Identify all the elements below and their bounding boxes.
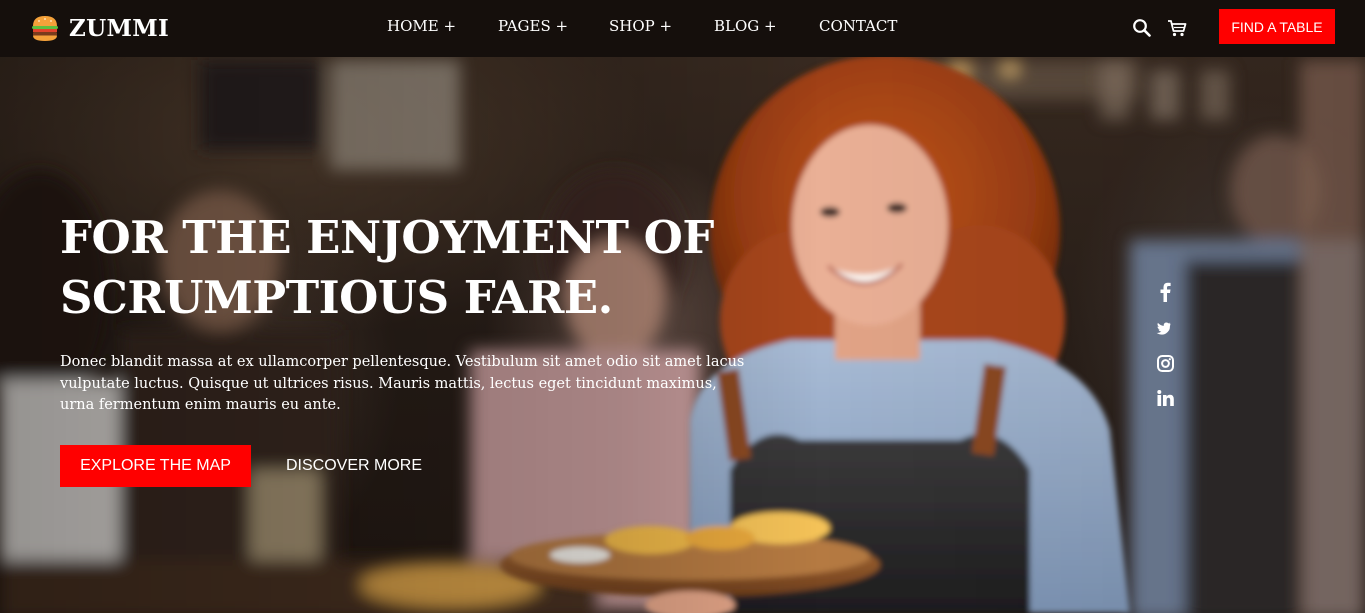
hero-title-line-1: FOR THE ENJOYMENT OF	[60, 211, 714, 264]
nav-item-shop[interactable]: SHOP +	[609, 17, 672, 35]
cart-icon[interactable]	[1166, 17, 1188, 39]
find-a-table-button[interactable]: FIND A TABLE	[1219, 9, 1335, 44]
hero-title-line-2: SCRUMPTIOUS FARE.	[60, 271, 613, 324]
linkedin-icon[interactable]	[1155, 388, 1175, 408]
twitter-icon[interactable]	[1155, 317, 1175, 337]
facebook-icon[interactable]	[1155, 282, 1175, 302]
nav-item-pages[interactable]: PAGES +	[498, 17, 568, 35]
instagram-icon[interactable]	[1155, 353, 1175, 373]
explore-the-map-button[interactable]: EXPLORE THE MAP	[60, 445, 251, 487]
nav-item-contact[interactable]: CONTACT	[819, 17, 897, 35]
search-icon[interactable]	[1131, 17, 1153, 39]
hero-description: Donec blandit massa at ex ullamcorper pe…	[60, 354, 745, 413]
nav-item-blog[interactable]: BLOG +	[714, 17, 777, 35]
page: ZUMMI HOME + PAGES + SHOP + BLOG + CONTA…	[0, 0, 1365, 613]
main-nav: HOME + PAGES + SHOP + BLOG + CONTACT	[0, 0, 1365, 57]
hero-title: FOR THE ENJOYMENT OF SCRUMPTIOUS FARE.	[60, 208, 760, 328]
discover-more-button[interactable]: DISCOVER MORE	[286, 445, 422, 487]
site-header: ZUMMI HOME + PAGES + SHOP + BLOG + CONTA…	[0, 0, 1365, 57]
nav-item-home[interactable]: HOME +	[387, 17, 456, 35]
